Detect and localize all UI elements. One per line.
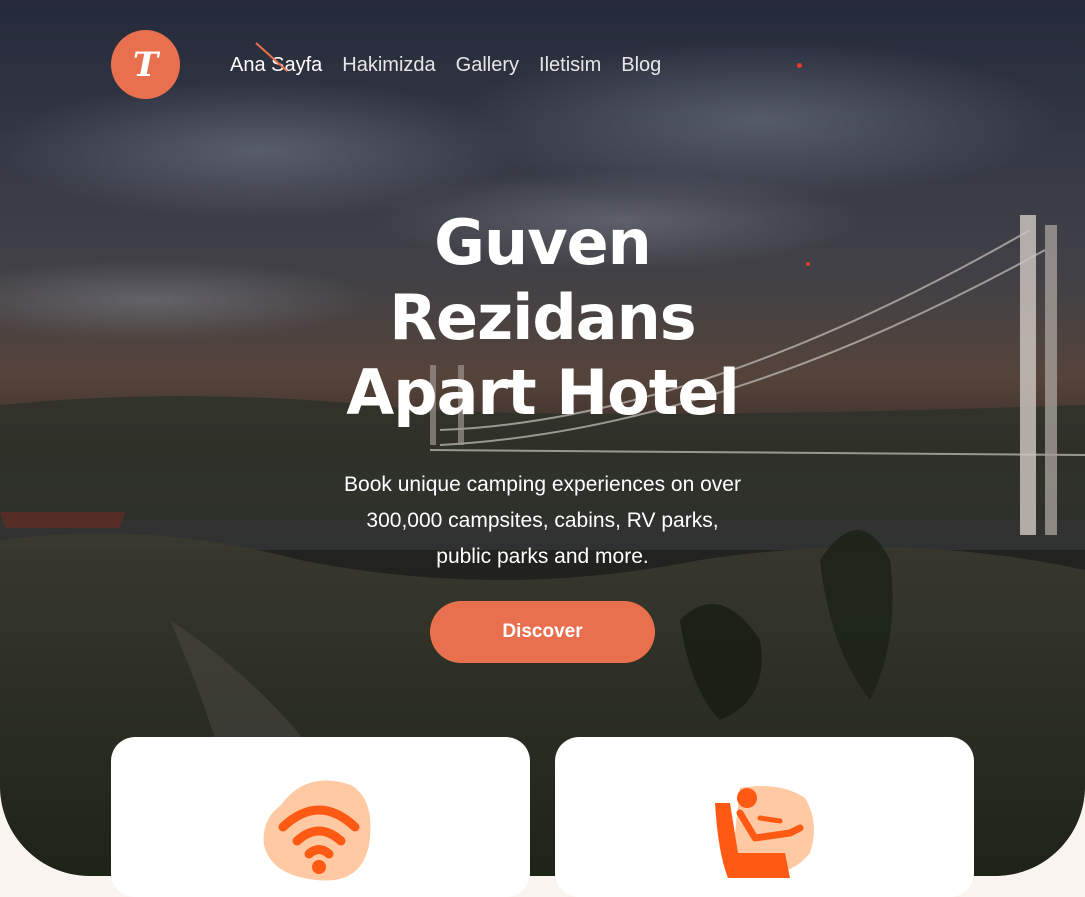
nav-item-blog[interactable]: Blog — [621, 52, 661, 78]
hero-subtitle-line: public parks and more. — [436, 545, 649, 568]
nav-item-iletisim[interactable]: Iletisim — [539, 52, 601, 78]
nav-item-label: Ana Sayfa — [230, 54, 323, 76]
hero-subtitle-line: Book unique camping experiences on over — [344, 473, 741, 496]
nav-item-ana-sayfa[interactable]: Ana Sayfa — [230, 42, 323, 78]
decorative-dot — [797, 63, 802, 68]
wifi-icon — [263, 780, 371, 881]
hero-title-line: Rezidans — [389, 281, 696, 354]
armchair-person-icon — [715, 785, 814, 878]
nav-item-hakimizda[interactable]: Hakimizda — [342, 52, 435, 78]
hero-subtitle-line: 300,000 campsites, cabins, RV parks, — [366, 509, 719, 532]
hero-subtitle: Book unique camping experiences on over … — [300, 467, 785, 575]
hero-title: Guven Rezidans Apart Hotel — [0, 205, 1085, 430]
discover-button[interactable]: Discover — [430, 601, 655, 663]
feature-card-comfort[interactable] — [555, 737, 974, 897]
nav-item-gallery[interactable]: Gallery — [456, 52, 519, 78]
feature-card-wifi[interactable] — [111, 737, 530, 897]
brand-logo-letter: T — [132, 44, 159, 85]
hero-title-line: Guven — [434, 206, 652, 279]
hero-title-line: Apart Hotel — [346, 356, 739, 429]
main-nav: Ana Sayfa Hakimizda Gallery Iletisim Blo… — [230, 42, 661, 78]
brand-logo[interactable]: T — [111, 30, 180, 99]
